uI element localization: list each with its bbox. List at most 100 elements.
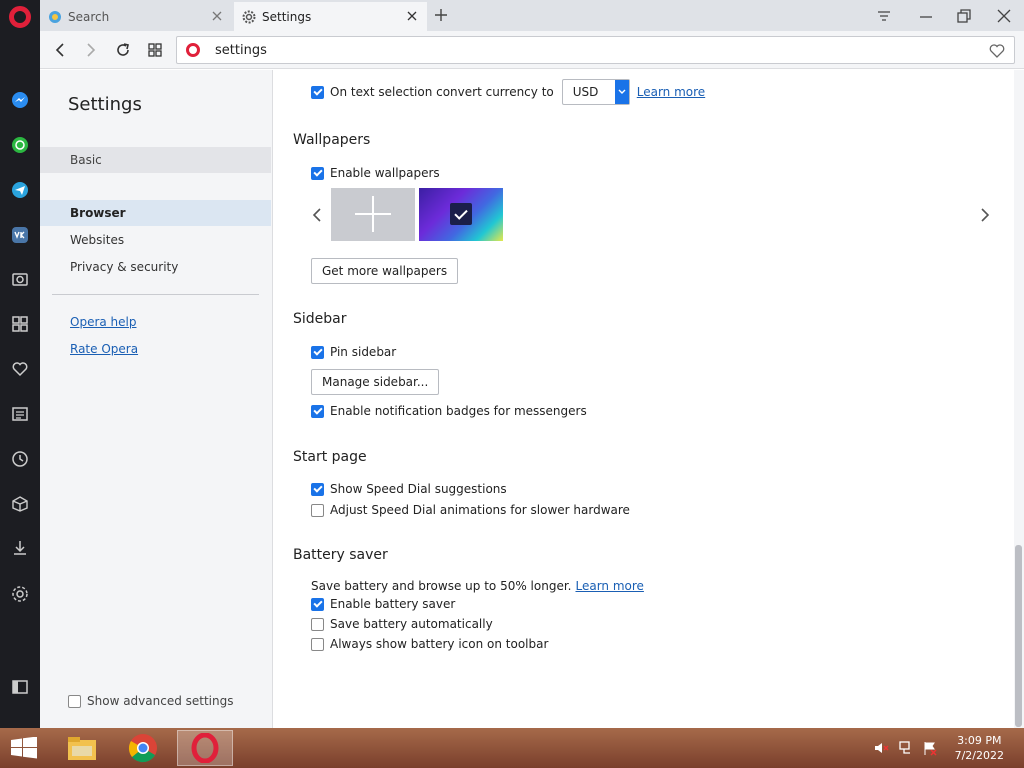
wallpaper-thumbnail-selected[interactable] [419, 188, 503, 241]
tab-settings[interactable]: Settings [234, 2, 427, 31]
address-toolbar: settings [40, 31, 1024, 69]
speed-dial-suggestions-label: Show Speed Dial suggestions [330, 482, 507, 496]
nav-item-websites[interactable]: Websites [40, 227, 271, 253]
pin-sidebar-row[interactable]: Pin sidebar [311, 343, 396, 361]
close-window-icon[interactable] [995, 7, 1013, 25]
tab-strip: Search Settings [40, 0, 1024, 31]
nav-item-privacy[interactable]: Privacy & security [40, 254, 271, 280]
reload-icon[interactable] [113, 40, 133, 60]
action-center-flag-icon[interactable] [922, 740, 938, 756]
settings-gear-icon[interactable] [9, 583, 31, 605]
battery-description: Save battery and browse up to 50% longer… [311, 579, 572, 593]
content-scrollbar[interactable] [1014, 70, 1024, 728]
currency-row: On text selection convert currency to US… [311, 79, 705, 105]
speed-dial-animations-checkbox[interactable] [311, 503, 324, 517]
scrollbar-thumb[interactable] [1015, 545, 1022, 727]
restore-icon[interactable] [955, 7, 973, 25]
address-bar[interactable]: settings [176, 36, 1015, 64]
save-battery-auto-row[interactable]: Save battery automatically [311, 615, 493, 633]
opera-sidebar [0, 0, 40, 728]
tab-label: Settings [262, 9, 312, 24]
opera-menu-icon[interactable] [9, 6, 31, 28]
save-battery-auto-checkbox[interactable] [311, 617, 324, 631]
windows-start-icon[interactable] [10, 737, 38, 759]
url-text[interactable]: settings [215, 43, 267, 58]
get-more-wallpapers-button[interactable]: Get more wallpapers [311, 258, 459, 284]
extensions-icon[interactable] [9, 493, 31, 515]
file-explorer-icon[interactable] [54, 730, 110, 766]
clock-time: 3:09 PM [957, 734, 1002, 747]
notification-badges-label: Enable notification badges for messenger… [330, 404, 587, 418]
whatsapp-icon[interactable] [9, 134, 31, 156]
enable-battery-saver-checkbox[interactable] [311, 597, 324, 611]
back-icon[interactable] [50, 40, 70, 60]
speed-dial-animations-row[interactable]: Adjust Speed Dial animations for slower … [311, 501, 630, 519]
notification-badges-checkbox[interactable] [311, 404, 324, 418]
telegram-icon[interactable] [9, 179, 31, 201]
page-title: Settings [68, 94, 142, 115]
search-tab-icon [49, 10, 61, 23]
volume-muted-icon[interactable] [873, 740, 889, 756]
notification-badges-row[interactable]: Enable notification badges for messenger… [311, 402, 587, 420]
save-battery-auto-label: Save battery automatically [330, 617, 493, 631]
bookmark-heart-icon[interactable] [988, 42, 1006, 60]
chevron-down-icon [614, 80, 629, 104]
new-tab-icon[interactable] [432, 6, 450, 24]
advanced-checkbox[interactable] [68, 694, 81, 708]
tab-menu-icon[interactable] [875, 7, 893, 25]
show-advanced-settings[interactable]: Show advanced settings [68, 694, 234, 708]
close-tab-icon[interactable] [405, 9, 419, 23]
currency-learn-more-link[interactable]: Learn more [637, 85, 705, 99]
manage-sidebar-button[interactable]: Manage sidebar... [311, 369, 440, 395]
opera-taskbar-icon[interactable] [177, 730, 233, 766]
chevron-left-icon[interactable] [309, 207, 325, 223]
enable-wallpapers-row[interactable]: Enable wallpapers [311, 164, 440, 182]
camera-icon[interactable] [9, 268, 31, 290]
nav-item-browser[interactable]: Browser [40, 200, 271, 226]
nav-divider [52, 294, 259, 295]
pin-sidebar-label: Pin sidebar [330, 345, 397, 359]
battery-icon-checkbox[interactable] [311, 637, 324, 651]
enable-battery-saver-label: Enable battery saver [330, 597, 456, 611]
pin-sidebar-checkbox[interactable] [311, 345, 324, 359]
sidebar-toggle-icon[interactable] [9, 676, 31, 698]
clock-date: 7/2/2022 [954, 749, 1004, 762]
news-icon[interactable] [9, 403, 31, 425]
history-icon[interactable] [9, 448, 31, 470]
chrome-icon[interactable] [115, 730, 171, 766]
downloads-icon[interactable] [9, 537, 31, 559]
speed-dial-icon[interactable] [9, 313, 31, 335]
add-wallpaper-tile[interactable] [331, 188, 415, 241]
windows-taskbar: 3:09 PM 7/2/2022 [0, 728, 1024, 768]
battery-icon-row[interactable]: Always show battery icon on toolbar [311, 635, 548, 653]
nav-item-basic[interactable]: Basic [40, 147, 271, 173]
tab-overview-icon[interactable] [145, 40, 165, 60]
settings-content: On text selection convert currency to US… [274, 70, 1014, 728]
heart-icon[interactable] [9, 358, 31, 380]
wallpapers-heading: Wallpapers [293, 132, 371, 148]
minimize-icon[interactable] [917, 7, 935, 25]
enable-wallpapers-checkbox[interactable] [311, 166, 324, 180]
chevron-right-icon[interactable] [977, 207, 993, 223]
messenger-icon[interactable] [9, 89, 31, 111]
system-clock[interactable]: 3:09 PM 7/2/2022 [955, 733, 1004, 763]
tab-label: Search [68, 9, 110, 24]
opera-logo-icon [186, 43, 200, 57]
battery-learn-more-link[interactable]: Learn more [575, 579, 643, 593]
opera-help-link[interactable]: Opera help [70, 315, 137, 329]
enable-battery-saver-row[interactable]: Enable battery saver [311, 595, 455, 613]
vk-icon[interactable] [9, 224, 31, 246]
check-icon [450, 203, 472, 225]
network-icon[interactable] [898, 740, 914, 756]
settings-navigation: Settings Basic Browser Websites Privacy … [40, 70, 273, 728]
speed-dial-suggestions-row[interactable]: Show Speed Dial suggestions [311, 480, 507, 498]
rate-opera-link[interactable]: Rate Opera [70, 342, 138, 356]
speed-dial-suggestions-checkbox[interactable] [311, 482, 324, 496]
tab-search[interactable]: Search [40, 2, 232, 31]
battery-icon-label: Always show battery icon on toolbar [330, 637, 549, 651]
start-page-heading: Start page [293, 449, 367, 465]
currency-select[interactable]: USD [561, 79, 630, 105]
close-tab-icon[interactable] [210, 9, 224, 23]
forward-icon[interactable] [81, 40, 101, 60]
currency-checkbox[interactable] [311, 85, 324, 99]
